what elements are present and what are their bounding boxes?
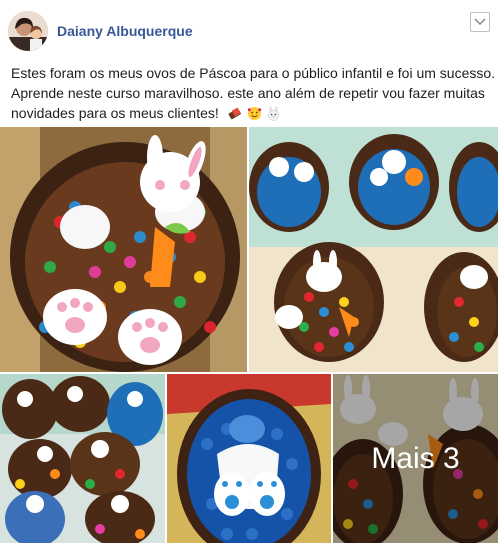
facebook-post: Daiany Albuquerque Estes foram os meus o…	[0, 0, 498, 543]
smiling-face-with-hearts-emoji	[247, 106, 261, 121]
rabbit-face-emoji	[268, 106, 280, 121]
post-emojis	[227, 106, 283, 126]
chocolate-bar-emoji	[228, 107, 241, 120]
more-photos-label: Mais 3	[371, 441, 460, 475]
post-message: Estes foram os meus ovos de Páscoa para …	[11, 63, 497, 126]
easter-egg-photo-3[interactable]	[0, 374, 165, 543]
post-header: Daiany Albuquerque	[0, 0, 498, 58]
easter-egg-photo-1[interactable]	[0, 127, 247, 372]
easter-egg-photo-5[interactable]: Mais 3	[333, 374, 498, 543]
easter-egg-photo-4[interactable]	[167, 374, 331, 543]
photo-gallery: Mais 3	[0, 127, 498, 543]
author-avatar[interactable]	[8, 11, 48, 51]
author-name[interactable]: Daiany Albuquerque	[57, 23, 193, 39]
chevron-down-icon	[474, 18, 486, 26]
more-photos-overlay[interactable]: Mais 3	[333, 374, 498, 543]
post-options-button[interactable]	[470, 12, 490, 32]
easter-egg-photo-2[interactable]	[249, 127, 498, 372]
